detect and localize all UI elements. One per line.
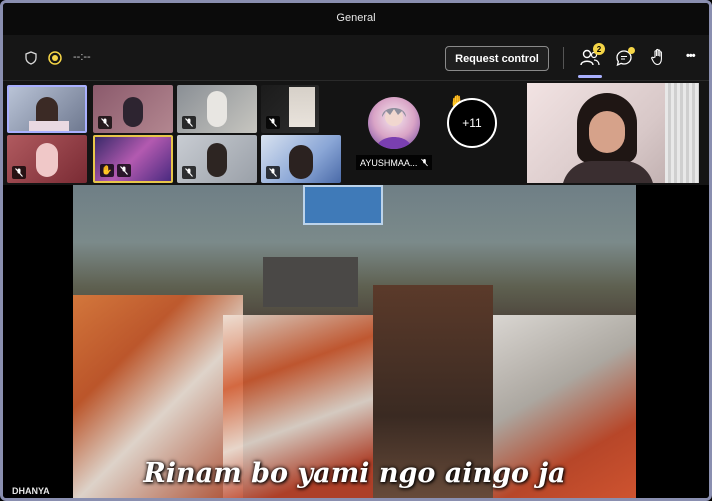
request-control-button[interactable]: Request control (445, 46, 549, 71)
participant-name: AYUSHMAA... (360, 157, 418, 168)
participant-tile[interactable] (177, 135, 257, 183)
more-participants-count: +11 (462, 116, 482, 130)
participant-video (207, 143, 227, 177)
presenter-name-label: DHANYA (12, 486, 50, 496)
participant-tile[interactable] (261, 135, 341, 183)
shared-video: Rinam bo yami ngo aingo ja (73, 185, 636, 498)
teams-meeting-window: General --:-- Request control 2 ••• ✋ AY… (0, 0, 712, 501)
mic-muted-icon (266, 116, 280, 129)
shared-content-stage: Rinam bo yami ngo aingo ja DHANYA (3, 185, 709, 498)
meeting-timer: --:-- (73, 51, 91, 63)
avatar-participant-name-label: AYUSHMAA... (356, 155, 433, 170)
background-blinds (665, 83, 699, 183)
participant-video (289, 145, 313, 179)
more-options-button[interactable]: ••• (686, 50, 696, 62)
shield-icon[interactable] (23, 50, 39, 66)
participant-video (123, 97, 143, 127)
participant-video (207, 91, 227, 127)
avatar-participant-tile[interactable]: AYUSHMAA... (353, 87, 439, 181)
mic-muted-icon (117, 164, 131, 177)
raise-hand-icon[interactable] (649, 47, 669, 67)
chat-unread-dot (628, 47, 635, 54)
participant-video (289, 87, 315, 127)
participant-tile[interactable] (7, 85, 87, 133)
participant-tile[interactable] (261, 85, 319, 133)
participant-tile-hand-raised[interactable]: ✋ (93, 135, 173, 183)
active-tab-indicator (578, 75, 602, 78)
video-subtitle: Rinam bo yami ngo aingo ja (143, 458, 566, 489)
window-title: General (336, 12, 376, 24)
toolbar-divider (563, 47, 564, 69)
raised-hand-icon: ✋ (100, 164, 114, 177)
banner-sign (303, 185, 383, 225)
avatar (368, 97, 420, 149)
participant-video (36, 143, 58, 177)
featured-participant-tile[interactable] (527, 83, 699, 183)
more-participants-button[interactable]: +11 (447, 98, 497, 148)
mic-muted-icon (421, 158, 429, 167)
participants-count-badge: 2 (593, 43, 605, 55)
participant-tile[interactable] (177, 85, 257, 133)
recording-icon (47, 50, 63, 66)
mic-muted-icon (182, 166, 196, 179)
participant-tile[interactable] (7, 135, 87, 183)
title-bar: General (3, 3, 709, 35)
mic-muted-icon (98, 116, 112, 129)
participant-tile[interactable] (93, 85, 173, 133)
mic-muted-icon (266, 166, 280, 179)
mic-muted-icon (12, 166, 26, 179)
meeting-toolbar: --:-- Request control 2 ••• (3, 35, 709, 81)
mic-muted-icon (182, 116, 196, 129)
